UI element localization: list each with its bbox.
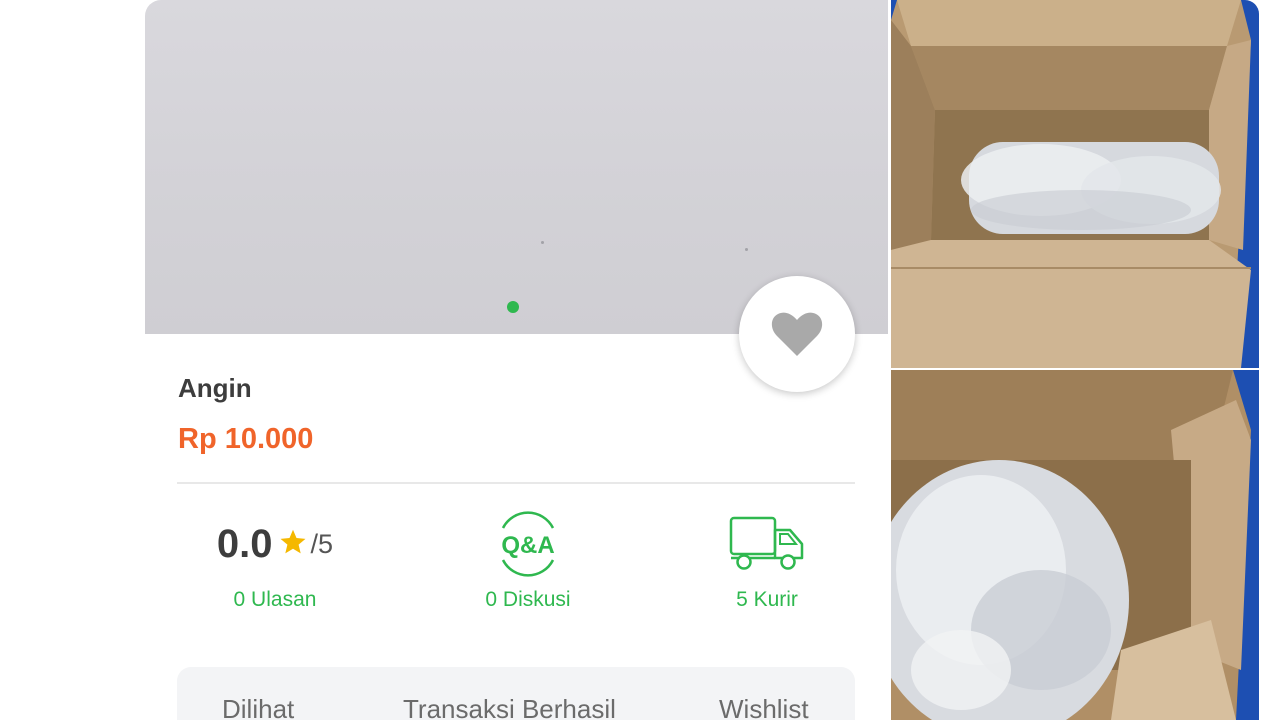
couriers-count[interactable]: 5 Kurir [667, 588, 867, 612]
screenshot-stage: Angin Rp 10.000 0.0 /5 0 Ulasan Q&A 0 Di… [0, 0, 1280, 720]
qa-icon: Q&A [501, 511, 555, 577]
rating-max: /5 [310, 528, 334, 559]
truck-icon-wrap [667, 508, 867, 580]
wishlist-count-label: Wishlist [719, 694, 809, 720]
qa-icon-wrap: Q&A [428, 508, 628, 580]
carousel-dot-active[interactable] [507, 301, 519, 313]
transactions-label: Transaksi Berhasil [403, 694, 616, 720]
truck-icon [729, 516, 804, 570]
qa-icon-text: Q&A [501, 532, 554, 559]
image-speck [745, 248, 748, 251]
rating-summary[interactable]: 0.0 /5 0 Ulasan [175, 508, 375, 612]
discussions-count[interactable]: 0 Diskusi [428, 588, 628, 612]
heart-icon [771, 312, 823, 356]
product-card: Angin Rp 10.000 0.0 /5 0 Ulasan Q&A 0 Di… [145, 0, 888, 720]
divider [177, 482, 855, 484]
rating-value: 0.0 [216, 521, 273, 566]
views-label: Dilihat [222, 694, 295, 720]
star-icon [279, 528, 307, 561]
rating-line: 0.0 /5 [175, 508, 375, 580]
reviews-count[interactable]: 0 Ulasan [175, 588, 375, 612]
photo-box-top[interactable] [891, 0, 1259, 368]
courier-summary[interactable]: 5 Kurir [667, 508, 867, 612]
product-name: Angin [178, 373, 252, 403]
product-price: Rp 10.000 [178, 423, 314, 455]
discussion-summary[interactable]: Q&A 0 Diskusi [428, 508, 628, 612]
product-info-bar: Dilihat Transaksi Berhasil Wishlist [177, 667, 855, 720]
photo-box-bottom[interactable] [891, 370, 1259, 720]
image-speck [541, 241, 544, 244]
wishlist-button[interactable] [739, 276, 855, 392]
